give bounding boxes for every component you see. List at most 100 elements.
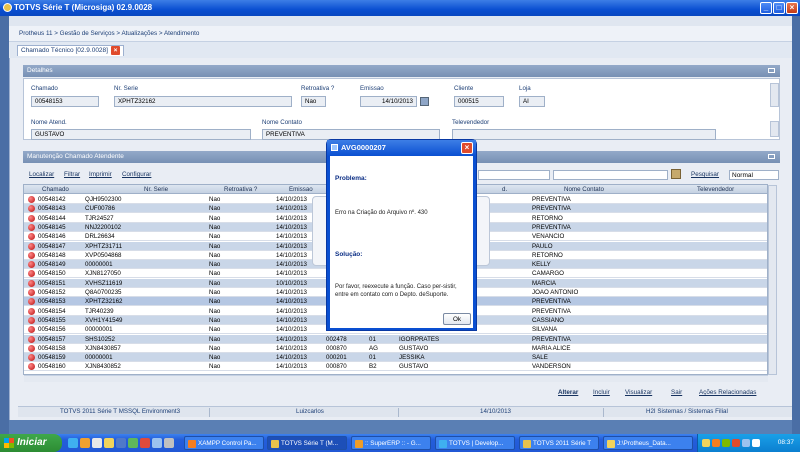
col-nrserie[interactable]: Nr. Serie [144,186,168,193]
col-televendedor[interactable]: Televendedor [697,186,734,193]
quicklaunch-media-icon[interactable] [92,438,102,448]
configurar-link[interactable]: Configurar [122,171,151,178]
quicklaunch-folder-icon[interactable] [104,438,114,448]
cell-retro: Nao [209,196,221,203]
ok-button[interactable]: Ok [443,313,471,325]
visualizar-link[interactable]: Visualizar [625,389,652,396]
collapse-icon[interactable] [768,154,775,159]
task-totvs-main[interactable]: TOTVS Série T (M... [267,436,347,450]
cell-serie: XVHSZ11619 [85,279,123,287]
label-loja: Loja [519,85,531,92]
table-row[interactable]: 00548157 SHS10252 Nao 14/10/2013 002478 01 IGO… [24,334,767,344]
quicklaunch-firefox-icon[interactable] [80,438,90,448]
quicklaunch-app2-icon[interactable] [140,438,150,448]
task-xampp[interactable]: XAMPP Control Pa... [184,436,264,450]
field-loja[interactable]: AI [519,96,545,107]
status-company: H2I Sistemas / Sistemas Filial [646,408,728,415]
cell-contato: PREVENTIVA [532,307,571,315]
maximize-button[interactable]: □ [773,2,785,14]
table-row[interactable]: 00548159 00000001 Nao 14/10/2013 000201 01 JES… [24,353,767,363]
col-chamado[interactable]: Chamado [42,186,69,193]
task-supererp[interactable]: :: SuperERP :: - G... [351,436,431,450]
table-row[interactable]: 00548160 XJN8430852 Nao 14/10/2013 000870 B2 G… [24,362,767,372]
tab-chamado-tecnico[interactable]: Chamado Técnico [02.9.0028] × [17,45,124,56]
cell-serie: QJH9502300 [85,196,122,203]
localizar-link[interactable]: Localizar [29,171,54,178]
filter-select[interactable] [478,170,550,180]
tray-icon[interactable] [752,439,760,447]
left-collapse-bar[interactable] [0,16,9,434]
field-nrserie[interactable]: XPHTZ32162 [114,96,292,107]
acoes-relacionadas-link[interactable]: Ações Relacionadas [699,389,756,396]
field-chamado[interactable]: 00548153 [31,96,99,107]
cell-serie: XJN8430852 [85,363,121,371]
task-label: :: SuperERP :: - G... [365,440,421,447]
manutencao-header-label: Manutenção Chamado Atendente [27,153,124,160]
system-tray: 08:37 [697,434,800,452]
tray-icon[interactable] [722,439,730,447]
status-dot-icon [28,196,35,203]
col-nomecontato[interactable]: Nome Contato [564,186,604,193]
task-explorer[interactable]: J:\Protheus_Data... [603,436,693,450]
tray-icon[interactable] [712,439,720,447]
tray-icon[interactable] [702,439,710,447]
cell-retro: Nao [209,242,221,250]
label-cliente: Cliente [454,85,474,92]
cell-emissao: 14/10/2013 [276,316,307,324]
dialog-body: Problema: Erro na Criação do Arquivo nº.… [330,156,473,328]
details-scroll-bottom[interactable] [770,121,779,137]
field-cliente[interactable]: 000515 [454,96,504,107]
tab-close-icon[interactable]: × [110,46,120,55]
imprimir-link[interactable]: Imprimir [89,171,112,178]
cell-nome: GUSTAVO [399,363,429,371]
close-button[interactable]: × [786,2,798,14]
table-row[interactable]: 00548158 XJN8430857 Nao 14/10/2013 000870 AG G… [24,344,767,353]
cell-emissao: 14/10/2013 [276,326,307,334]
alterar-link[interactable]: Alterar [558,389,578,396]
quicklaunch-app-icon[interactable] [128,438,138,448]
details-scroll-top[interactable] [770,83,779,107]
cell-chamado: 00548158 [38,344,66,352]
cell-retro: Nao [209,326,221,334]
status-bar: TOTVS 2011 Série T MSSQL Environment3 Lu… [18,406,792,417]
task-totvs-2011[interactable]: TOTVS 2011 Série T [519,436,599,450]
ie-icon [439,440,447,448]
cell-emissao: 14/10/2013 [276,298,307,306]
field-retroativa[interactable]: Nao [301,96,326,107]
col-d[interactable]: d. [502,186,507,193]
sair-link[interactable]: Sair [671,389,682,396]
quicklaunch-ie-icon[interactable] [68,438,78,448]
col-emissao[interactable]: Emissao [289,186,313,193]
cell-contato: KELLY [532,261,551,269]
search-input[interactable] [553,170,668,180]
field-televendedor[interactable] [452,129,716,140]
tray-icon[interactable] [732,439,740,447]
search-icon[interactable] [671,169,681,179]
search-button[interactable]: Pesquisar [691,171,719,178]
dialog-close-button[interactable]: × [461,142,473,154]
cell-emissao: 14/10/2013 [276,196,307,203]
col-retroativa[interactable]: Retroativa ? [224,186,257,193]
minimize-button[interactable]: _ [760,2,772,14]
quicklaunch-desktop-icon[interactable] [116,438,126,448]
calendar-icon[interactable] [420,97,429,106]
dialog-icon [331,144,338,151]
start-button[interactable]: Iniciar [0,434,62,452]
field-emissao[interactable]: 14/10/2013 [360,96,417,107]
tray-icon[interactable] [742,439,750,447]
filtrar-link[interactable]: Filtrar [64,171,80,178]
task-develop[interactable]: TOTVS | Develop... [435,436,515,450]
quicklaunch-app3-icon[interactable] [152,438,162,448]
view-select[interactable]: Normal [729,170,779,180]
start-label: Iniciar [17,437,47,448]
field-nomeatend[interactable]: GUSTAVO [31,129,251,140]
incluir-link[interactable]: Incluir [593,389,610,396]
grid-vscroll[interactable] [768,185,777,375]
quicklaunch-app4-icon[interactable] [164,438,174,448]
collapse-icon[interactable] [768,68,775,73]
dialog-title: AVG0000207 [341,143,386,152]
clock: 08:37 [777,439,794,446]
grid-hscroll[interactable] [24,375,768,382]
cell-contato: CAMARGO [532,270,564,278]
status-dot-icon [28,279,35,287]
